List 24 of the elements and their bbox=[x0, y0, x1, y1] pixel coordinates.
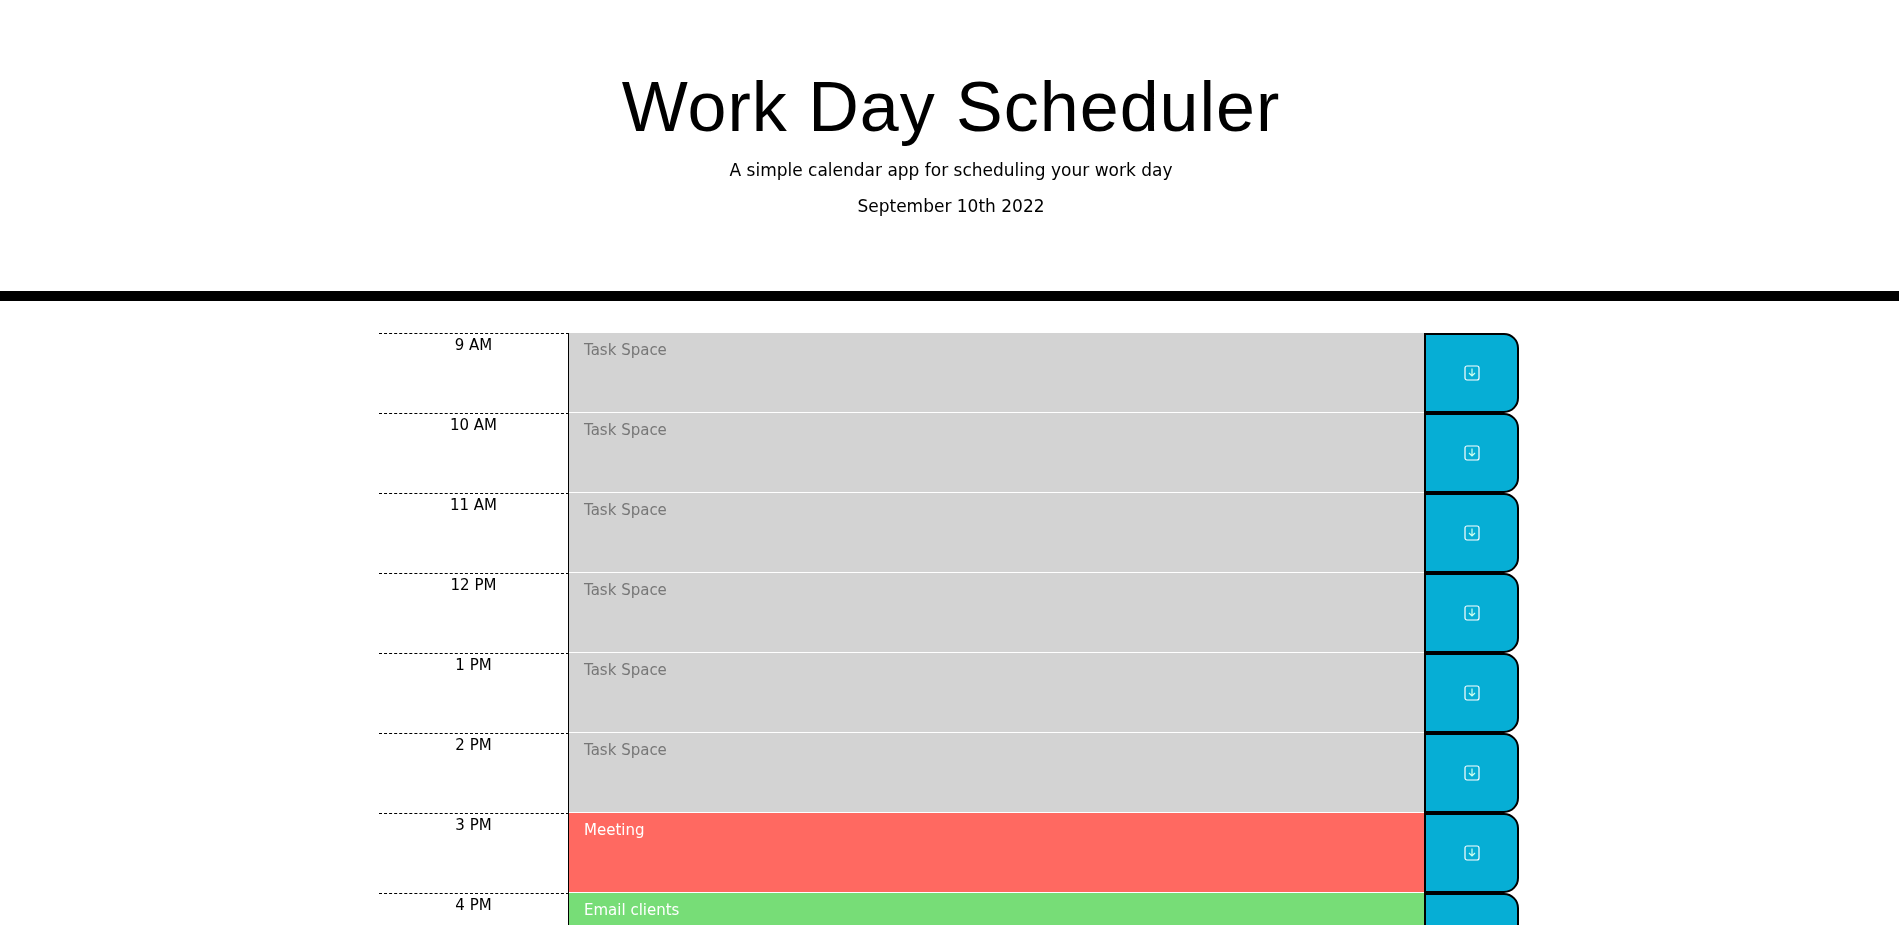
subtitle: A simple calendar app for scheduling your work day bbox=[728, 160, 1174, 180]
save-icon bbox=[1463, 365, 1480, 381]
save-icon bbox=[1463, 685, 1480, 701]
save-icon bbox=[1463, 765, 1480, 781]
save-button[interactable] bbox=[1424, 493, 1519, 573]
task-field[interactable]: Task Space bbox=[569, 413, 1424, 493]
save-icon bbox=[1463, 845, 1480, 861]
task-field[interactable]: Task Space bbox=[569, 333, 1424, 413]
save-icon bbox=[1463, 605, 1480, 621]
save-button[interactable] bbox=[1424, 653, 1519, 733]
task-field[interactable]: Email clients bbox=[569, 893, 1424, 925]
save-icon bbox=[1463, 445, 1480, 461]
task-field[interactable]: Task Space bbox=[569, 653, 1424, 733]
save-button[interactable] bbox=[1424, 333, 1519, 413]
task-field[interactable]: Task Space bbox=[569, 493, 1424, 573]
task-field[interactable]: Meeting bbox=[569, 813, 1424, 893]
save-icon bbox=[1463, 525, 1480, 541]
task-field[interactable]: Task Space bbox=[569, 573, 1424, 653]
save-button[interactable] bbox=[1424, 413, 1519, 493]
current-date: September 10th 2022 bbox=[856, 196, 1046, 216]
save-button[interactable] bbox=[1424, 813, 1519, 893]
save-button[interactable] bbox=[1424, 573, 1519, 653]
save-button[interactable] bbox=[1424, 733, 1519, 813]
task-field[interactable]: Task Space bbox=[569, 733, 1424, 813]
